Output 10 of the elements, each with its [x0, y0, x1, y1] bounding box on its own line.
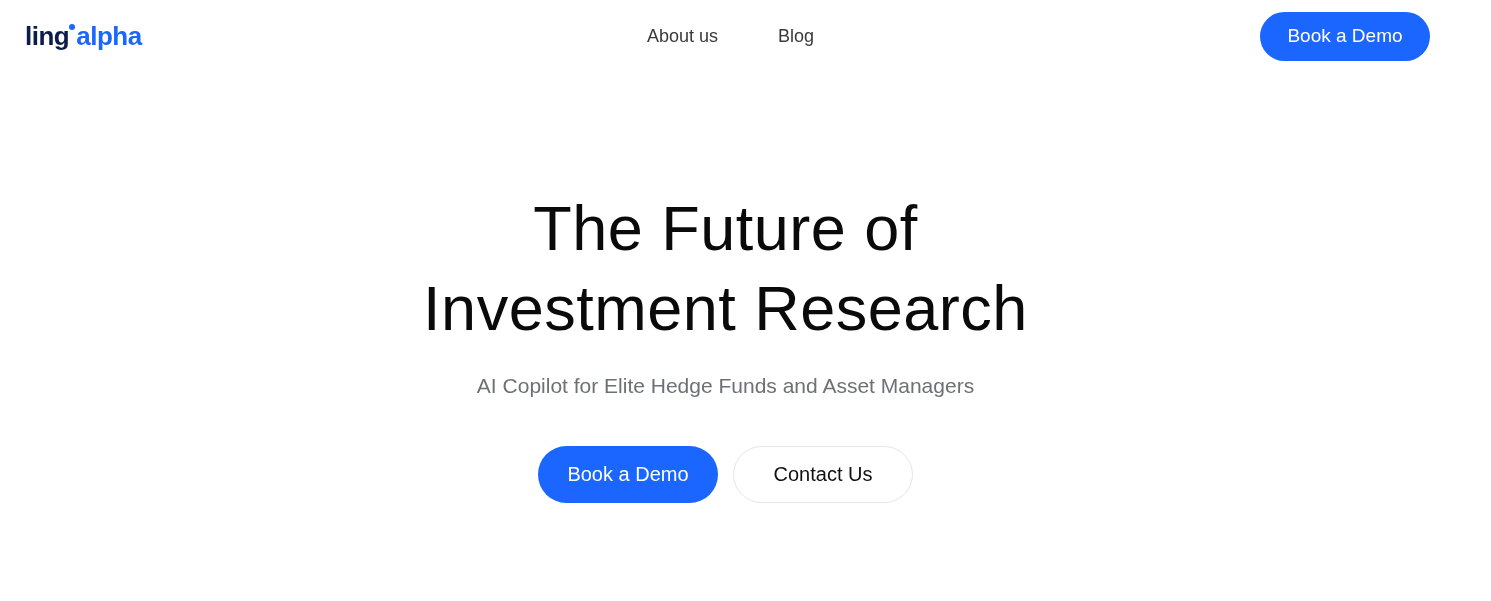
nav-link[interactable]: About us [646, 22, 718, 50]
book-demo-button[interactable]: Book a Demo [538, 445, 718, 503]
hero-title: The Future of Investment Research [422, 192, 1029, 345]
logo-dot-icon [69, 24, 76, 30]
logo-wordmark-start[interactable]: ling [25, 23, 70, 49]
hero-subtitle: AI Copilot for Elite Hedge Funds and Asset Managers [475, 373, 976, 399]
logo-wordmark-end[interactable]: alpha [76, 23, 142, 49]
nav-link[interactable]: Blog [778, 22, 815, 50]
book-demo-button[interactable]: Book a Demo [1260, 11, 1430, 61]
contact-us-button[interactable]: Contact Us [733, 445, 913, 503]
